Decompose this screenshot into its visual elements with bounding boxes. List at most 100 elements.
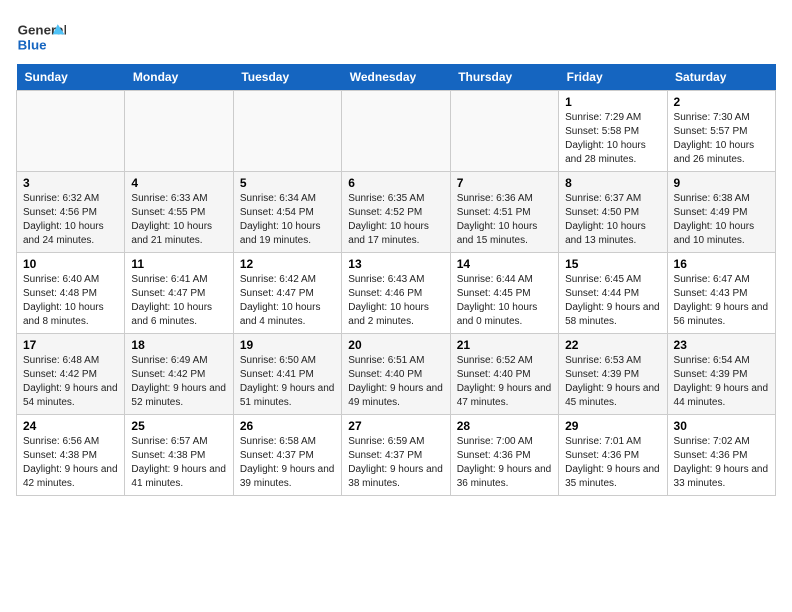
day-info: Sunrise: 6:34 AM Sunset: 4:54 PM Dayligh… [240, 192, 335, 248]
day-info: Sunrise: 7:01 AM Sunset: 4:36 PM Dayligh… [565, 435, 660, 491]
day-info: Sunrise: 6:57 AM Sunset: 4:38 PM Dayligh… [131, 435, 226, 491]
calendar-cell: 10 Sunrise: 6:40 AM Sunset: 4:48 PM Dayli… [17, 253, 125, 334]
day-info: Sunrise: 6:42 AM Sunset: 4:47 PM Dayligh… [240, 273, 335, 329]
day-info: Sunrise: 6:45 AM Sunset: 4:44 PM Dayligh… [565, 273, 660, 329]
day-number: 25 [131, 419, 226, 433]
day-number: 27 [348, 419, 443, 433]
day-info: Sunrise: 6:43 AM Sunset: 4:46 PM Dayligh… [348, 273, 443, 329]
day-info: Sunrise: 7:29 AM Sunset: 5:58 PM Dayligh… [565, 111, 660, 167]
calendar-cell: 3 Sunrise: 6:32 AM Sunset: 4:56 PM Daylig… [17, 172, 125, 253]
day-info: Sunrise: 6:40 AM Sunset: 4:48 PM Dayligh… [23, 273, 118, 329]
header-sunday: Sunday [17, 64, 125, 91]
calendar-cell: 21 Sunrise: 6:52 AM Sunset: 4:40 PM Dayli… [450, 334, 558, 415]
calendar-cell: 30 Sunrise: 7:02 AM Sunset: 4:36 PM Dayli… [667, 415, 775, 496]
day-info: Sunrise: 6:32 AM Sunset: 4:56 PM Dayligh… [23, 192, 118, 248]
calendar-cell: 24Sunrise: 6:56 AM Sunset: 4:38 PM Dayli… [17, 415, 125, 496]
day-number: 5 [240, 176, 335, 190]
day-number: 30 [674, 419, 769, 433]
day-info: Sunrise: 6:38 AM Sunset: 4:49 PM Dayligh… [674, 192, 769, 248]
week-row-2: 3 Sunrise: 6:32 AM Sunset: 4:56 PM Daylig… [17, 172, 776, 253]
day-number: 13 [348, 257, 443, 271]
calendar-cell: 2Sunrise: 7:30 AM Sunset: 5:57 PM Daylig… [667, 91, 775, 172]
calendar-cell: 19 Sunrise: 6:50 AM Sunset: 4:41 PM Dayli… [233, 334, 341, 415]
day-info: Sunrise: 6:44 AM Sunset: 4:45 PM Dayligh… [457, 273, 552, 329]
logo: General Blue [16, 16, 66, 56]
day-info: Sunrise: 6:54 AM Sunset: 4:39 PM Dayligh… [674, 354, 769, 410]
calendar-cell: 22Sunrise: 6:53 AM Sunset: 4:39 PM Dayli… [559, 334, 667, 415]
day-number: 3 [23, 176, 118, 190]
day-number: 10 [23, 257, 118, 271]
calendar-cell: 4Sunrise: 6:33 AM Sunset: 4:55 PM Daylig… [125, 172, 233, 253]
calendar-cell: 11 Sunrise: 6:41 AM Sunset: 4:47 PM Dayli… [125, 253, 233, 334]
day-info: Sunrise: 6:51 AM Sunset: 4:40 PM Dayligh… [348, 354, 443, 410]
calendar-cell: 14 Sunrise: 6:44 AM Sunset: 4:45 PM Dayli… [450, 253, 558, 334]
day-number: 26 [240, 419, 335, 433]
day-number: 19 [240, 338, 335, 352]
calendar-cell: 17 Sunrise: 6:48 AM Sunset: 4:42 PM Dayli… [17, 334, 125, 415]
day-number: 14 [457, 257, 552, 271]
day-number: 18 [131, 338, 226, 352]
day-info: Sunrise: 7:02 AM Sunset: 4:36 PM Dayligh… [674, 435, 769, 491]
day-info: Sunrise: 6:58 AM Sunset: 4:37 PM Dayligh… [240, 435, 335, 491]
day-number: 20 [348, 338, 443, 352]
day-number: 23 [674, 338, 769, 352]
day-number: 8 [565, 176, 660, 190]
calendar-cell [450, 91, 558, 172]
calendar-header-row: SundayMondayTuesdayWednesdayThursdayFrid… [17, 64, 776, 91]
day-info: Sunrise: 6:36 AM Sunset: 4:51 PM Dayligh… [457, 192, 552, 248]
calendar-table: SundayMondayTuesdayWednesdayThursdayFrid… [16, 64, 776, 496]
calendar-cell: 20 Sunrise: 6:51 AM Sunset: 4:40 PM Dayli… [342, 334, 450, 415]
day-number: 16 [674, 257, 769, 271]
day-number: 11 [131, 257, 226, 271]
header-wednesday: Wednesday [342, 64, 450, 91]
calendar-cell: 27 Sunrise: 6:59 AM Sunset: 4:37 PM Dayli… [342, 415, 450, 496]
day-number: 7 [457, 176, 552, 190]
calendar-cell: 18 Sunrise: 6:49 AM Sunset: 4:42 PM Dayli… [125, 334, 233, 415]
week-row-1: 1 Sunrise: 7:29 AM Sunset: 5:58 PM Daylig… [17, 91, 776, 172]
day-info: Sunrise: 6:48 AM Sunset: 4:42 PM Dayligh… [23, 354, 118, 410]
header-thursday: Thursday [450, 64, 558, 91]
day-info: Sunrise: 6:56 AM Sunset: 4:38 PM Dayligh… [23, 435, 118, 491]
day-number: 28 [457, 419, 552, 433]
day-info: Sunrise: 6:33 AM Sunset: 4:55 PM Dayligh… [131, 192, 226, 248]
calendar-cell [125, 91, 233, 172]
day-info: Sunrise: 6:52 AM Sunset: 4:40 PM Dayligh… [457, 354, 552, 410]
calendar-cell: 1 Sunrise: 7:29 AM Sunset: 5:58 PM Daylig… [559, 91, 667, 172]
day-number: 21 [457, 338, 552, 352]
day-info: Sunrise: 6:49 AM Sunset: 4:42 PM Dayligh… [131, 354, 226, 410]
day-number: 6 [348, 176, 443, 190]
day-info: Sunrise: 6:47 AM Sunset: 4:43 PM Dayligh… [674, 273, 769, 329]
logo-icon: General Blue [16, 16, 66, 56]
calendar-cell [17, 91, 125, 172]
day-number: 17 [23, 338, 118, 352]
day-info: Sunrise: 6:37 AM Sunset: 4:50 PM Dayligh… [565, 192, 660, 248]
header-saturday: Saturday [667, 64, 775, 91]
day-number: 12 [240, 257, 335, 271]
day-info: Sunrise: 6:50 AM Sunset: 4:41 PM Dayligh… [240, 354, 335, 410]
week-row-5: 24Sunrise: 6:56 AM Sunset: 4:38 PM Dayli… [17, 415, 776, 496]
day-info: Sunrise: 7:30 AM Sunset: 5:57 PM Dayligh… [674, 111, 769, 167]
day-number: 1 [565, 95, 660, 109]
day-number: 15 [565, 257, 660, 271]
calendar-cell: 29 Sunrise: 7:01 AM Sunset: 4:36 PM Dayli… [559, 415, 667, 496]
calendar-cell: 6Sunrise: 6:35 AM Sunset: 4:52 PM Daylig… [342, 172, 450, 253]
calendar-cell: 16 Sunrise: 6:47 AM Sunset: 4:43 PM Dayli… [667, 253, 775, 334]
day-info: Sunrise: 7:00 AM Sunset: 4:36 PM Dayligh… [457, 435, 552, 491]
page-header: General Blue [16, 16, 776, 56]
day-info: Sunrise: 6:41 AM Sunset: 4:47 PM Dayligh… [131, 273, 226, 329]
calendar-cell: 15 Sunrise: 6:45 AM Sunset: 4:44 PM Dayli… [559, 253, 667, 334]
svg-text:Blue: Blue [18, 37, 47, 52]
day-number: 29 [565, 419, 660, 433]
calendar-cell: 25 Sunrise: 6:57 AM Sunset: 4:38 PM Dayli… [125, 415, 233, 496]
calendar-cell: 8 Sunrise: 6:37 AM Sunset: 4:50 PM Daylig… [559, 172, 667, 253]
day-number: 9 [674, 176, 769, 190]
calendar-cell: 23 Sunrise: 6:54 AM Sunset: 4:39 PM Dayli… [667, 334, 775, 415]
header-tuesday: Tuesday [233, 64, 341, 91]
header-friday: Friday [559, 64, 667, 91]
header-monday: Monday [125, 64, 233, 91]
calendar-cell: 26 Sunrise: 6:58 AM Sunset: 4:37 PM Dayli… [233, 415, 341, 496]
calendar-cell: 5 Sunrise: 6:34 AM Sunset: 4:54 PM Daylig… [233, 172, 341, 253]
day-info: Sunrise: 6:59 AM Sunset: 4:37 PM Dayligh… [348, 435, 443, 491]
calendar-cell: 7 Sunrise: 6:36 AM Sunset: 4:51 PM Daylig… [450, 172, 558, 253]
calendar-cell: 28 Sunrise: 7:00 AM Sunset: 4:36 PM Dayli… [450, 415, 558, 496]
